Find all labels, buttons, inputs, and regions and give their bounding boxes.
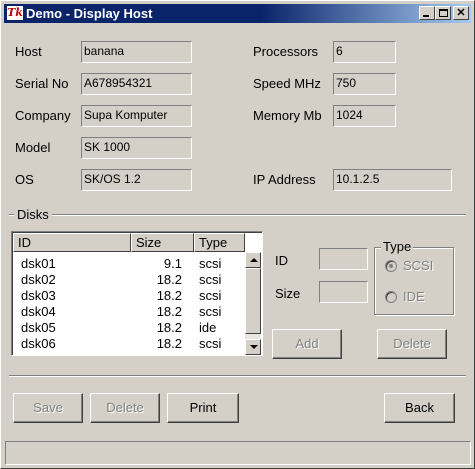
memory-mb-field[interactable]: 1024 — [333, 105, 396, 127]
disks-section-label: Disks — [14, 207, 52, 223]
disk-id: dsk01 — [21, 256, 56, 271]
company-field[interactable]: Supa Komputer — [81, 105, 192, 127]
disk-size: 9.1 — [163, 256, 182, 271]
processors-field[interactable]: 6 — [333, 41, 396, 63]
close-button[interactable]: ✕ — [453, 6, 469, 20]
ip-address-label: IP Address — [253, 172, 316, 187]
disk-row[interactable]: dsk06 18.2 scsi — [16, 336, 248, 352]
disk-size-label: Size — [275, 286, 301, 301]
maximize-button[interactable] — [435, 6, 451, 20]
serial-no-field[interactable]: A678954321 — [81, 73, 192, 95]
tk-app-icon[interactable]: Tk — [7, 6, 23, 20]
disk-row[interactable]: dsk01 9.1 scsi — [16, 256, 248, 272]
minimize-button[interactable] — [419, 6, 435, 20]
type-scsi-radio[interactable] — [385, 260, 397, 272]
host-field[interactable]: banana — [81, 41, 192, 63]
scroll-down-button[interactable] — [245, 339, 261, 355]
back-button[interactable]: Back — [384, 393, 455, 423]
arrow-up-icon — [250, 258, 258, 262]
disk-id: dsk05 — [21, 320, 56, 335]
disks-list-frame: ID Size Type dsk01 9.1 scsi dsk02 18.2 s… — [12, 232, 262, 355]
disks-list[interactable]: ID Size Type dsk01 9.1 scsi dsk02 18.2 s… — [11, 231, 263, 356]
add-disk-button[interactable]: Add — [272, 329, 342, 359]
memory-mb-label: Memory Mb — [253, 108, 322, 123]
disk-size: 18.2 — [156, 272, 182, 287]
type-ide-radio[interactable] — [385, 291, 397, 303]
disk-row[interactable]: dsk03 18.2 scsi — [16, 288, 248, 304]
title-bar[interactable]: Tk Demo - Display Host ✕ — [4, 4, 471, 23]
disk-id-field[interactable] — [319, 248, 368, 270]
delete-button[interactable]: Delete — [90, 393, 160, 423]
company-label: Company — [15, 108, 71, 123]
column-header-size[interactable]: Size — [131, 233, 194, 252]
disk-type-group-label: Type — [381, 239, 414, 254]
disk-type: scsi — [199, 272, 222, 287]
disk-id: dsk04 — [21, 304, 56, 319]
disk-type: ide — [199, 320, 217, 335]
disk-size: 18.2 — [156, 304, 182, 319]
close-icon: ✕ — [456, 7, 466, 19]
os-field[interactable]: SK/OS 1.2 — [81, 169, 192, 191]
os-label: OS — [15, 172, 34, 187]
type-ide-label: IDE — [403, 289, 425, 304]
disk-id-label: ID — [275, 253, 288, 268]
print-button[interactable]: Print — [167, 393, 239, 423]
model-label: Model — [15, 140, 51, 155]
disks-separator — [9, 214, 466, 216]
scroll-thumb[interactable] — [245, 268, 261, 334]
disk-type: scsi — [199, 256, 222, 271]
status-bar — [5, 441, 471, 465]
minimize-icon — [423, 15, 429, 17]
processors-label: Processors — [253, 44, 319, 59]
disk-size: 18.2 — [156, 288, 182, 303]
disk-type: scsi — [199, 288, 222, 303]
disk-row[interactable]: dsk02 18.2 scsi — [16, 272, 248, 288]
display-host-window: Tk Demo - Display Host ✕ Host banana Ser… — [0, 0, 475, 469]
disk-size: 18.2 — [156, 336, 182, 351]
disk-row[interactable]: dsk04 18.2 scsi — [16, 304, 248, 320]
disk-id: dsk02 — [21, 272, 56, 287]
maximize-icon — [439, 9, 448, 17]
type-scsi-label: SCSI — [403, 258, 434, 273]
column-header-id[interactable]: ID — [13, 233, 131, 252]
save-button[interactable]: Save — [13, 393, 83, 423]
disk-type: scsi — [199, 304, 222, 319]
host-label: Host — [15, 44, 42, 59]
disk-size: 18.2 — [156, 320, 182, 335]
ip-address-field[interactable]: 10.1.2.5 — [333, 169, 452, 191]
window-title: Demo - Display Host — [26, 6, 153, 21]
actions-separator — [9, 375, 466, 377]
disk-row[interactable]: dsk05 18.2 ide — [16, 320, 248, 336]
model-field[interactable]: SK 1000 — [81, 137, 192, 159]
column-header-type[interactable]: Type — [194, 233, 245, 252]
serial-no-label: Serial No — [15, 76, 69, 91]
speed-mhz-field[interactable]: 750 — [333, 73, 396, 95]
disk-type: scsi — [199, 336, 222, 351]
scroll-up-button[interactable] — [245, 252, 261, 268]
arrow-down-icon — [250, 345, 258, 349]
disk-size-field[interactable] — [319, 281, 368, 303]
disk-id: dsk06 — [21, 336, 56, 351]
disks-scrollbar[interactable] — [245, 252, 261, 355]
disk-id: dsk03 — [21, 288, 56, 303]
speed-mhz-label: Speed MHz — [253, 76, 321, 91]
delete-disk-button[interactable]: Delete — [377, 329, 447, 359]
